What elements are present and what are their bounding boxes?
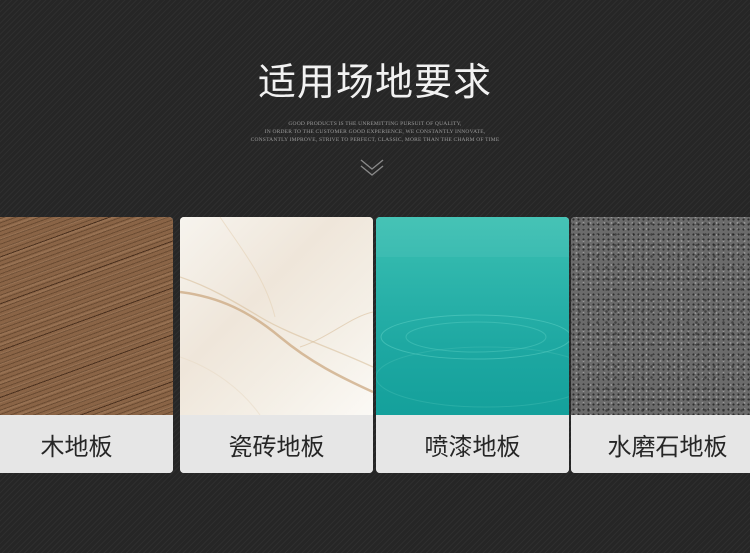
epoxy-floor-image	[376, 217, 569, 415]
card-label: 瓷砖地板	[180, 415, 373, 473]
subtitle-line-2: IN ORDER TO THE CUSTOMER GOOD EXPERIENCE…	[264, 129, 486, 135]
double-chevron-down-icon	[360, 159, 384, 176]
wood-floor-image	[0, 217, 173, 415]
subtitle-line-3: CONSTANTLY IMPROVE, STRIVE TO PERFECT, C…	[250, 137, 500, 143]
card-terrazzo-floor: 水磨石地板	[571, 217, 750, 473]
terrazzo-floor-image	[571, 217, 750, 415]
page-title: 适用场地要求	[257, 60, 492, 104]
card-label: 木地板	[0, 415, 173, 473]
tile-floor-image	[180, 217, 373, 415]
card-wood-floor: 木地板	[0, 217, 173, 473]
card-tile-floor: 瓷砖地板	[180, 217, 373, 473]
card-epoxy-floor: 喷漆地板	[376, 217, 569, 473]
card-label: 喷漆地板	[376, 415, 569, 473]
subtitle-line-1: GOOD PRODUCTS IS THE UNREMITTING PURSUIT…	[288, 121, 462, 127]
card-label: 水磨石地板	[571, 415, 750, 473]
